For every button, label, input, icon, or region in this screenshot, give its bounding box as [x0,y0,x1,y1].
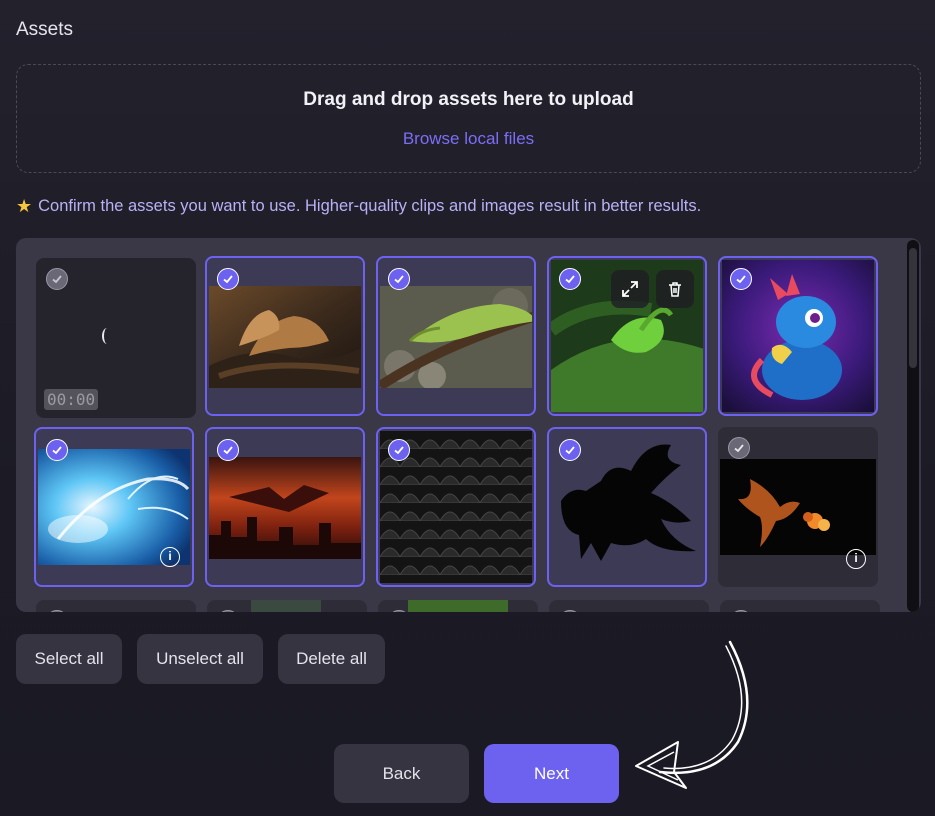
check-icon[interactable] [217,268,239,290]
trash-icon[interactable] [656,270,694,308]
select-all-button[interactable]: Select all [16,634,122,684]
asset-tile-baby-dragon[interactable] [718,256,878,416]
check-icon[interactable] [559,439,581,461]
dropzone-title: Drag and drop assets here to upload [303,89,634,110]
asset-tile-ice-dragon[interactable]: i [34,427,194,587]
delete-all-button[interactable]: Delete all [278,634,385,684]
asset-tile-iguana[interactable] [376,256,536,416]
check-icon[interactable] [559,268,581,290]
check-icon[interactable] [388,439,410,461]
hand-drawn-arrow-icon [635,640,749,789]
check-icon[interactable] [217,610,239,612]
asset-tile-fire-city-dragon[interactable] [205,427,365,587]
check-icon[interactable] [46,610,68,612]
section-title: Assets [16,19,74,40]
upload-dropzone[interactable]: Drag and drop assets here to upload Brow… [16,64,921,173]
row3-3-image [408,600,508,612]
assets-hint: ★ Confirm the assets you want to use. Hi… [16,196,701,217]
star-icon: ★ [16,196,33,216]
bearded-dragon-image [209,286,361,388]
check-icon[interactable] [559,610,581,612]
next-button[interactable]: Next [484,744,619,803]
check-icon[interactable] [46,439,68,461]
info-icon[interactable]: i [160,547,180,567]
asset-tile-row3-2[interactable] [207,600,367,612]
check-icon[interactable] [388,268,410,290]
fire-city-dragon-image [209,457,361,559]
check-icon[interactable] [728,437,750,459]
scrollbar-thumb[interactable] [907,240,919,612]
asset-tile-dragon-silhouette[interactable] [547,427,707,587]
asset-tile-row3-4[interactable] [549,600,709,612]
check-icon[interactable] [46,268,68,290]
grid-scrollbar[interactable] [907,240,919,612]
asset-tile-fire-dragon[interactable]: i [718,427,878,587]
info-icon[interactable]: i [846,549,866,569]
asset-tile-row3-3[interactable] [378,600,538,612]
row3-2-image [251,600,321,612]
hint-text: Confirm the assets you want to use. High… [38,197,702,215]
asset-tile-dragon-scales[interactable] [376,427,536,587]
asset-tile-row3-5[interactable] [720,600,880,612]
video-duration: 00:00 [44,389,99,410]
check-icon[interactable] [730,610,752,612]
unselect-all-button[interactable]: Unselect all [137,634,263,684]
check-icon[interactable] [388,610,410,612]
browse-local-files-link[interactable]: Browse local files [17,129,920,149]
asset-tile-bearded-dragon[interactable] [205,256,365,416]
loading-spinner-icon [102,328,112,344]
check-icon[interactable] [217,439,239,461]
asset-tile-row3-1[interactable] [36,600,196,612]
check-icon[interactable] [730,268,752,290]
back-button[interactable]: Back [334,744,469,803]
fire-dragon-image [720,459,876,555]
asset-tile-video[interactable]: 00:00 [36,258,196,418]
expand-icon[interactable] [611,270,649,308]
assets-grid[interactable]: 00:00 i i [16,238,921,612]
asset-tile-green-lizard[interactable] [547,256,707,416]
iguana-image [380,286,532,388]
